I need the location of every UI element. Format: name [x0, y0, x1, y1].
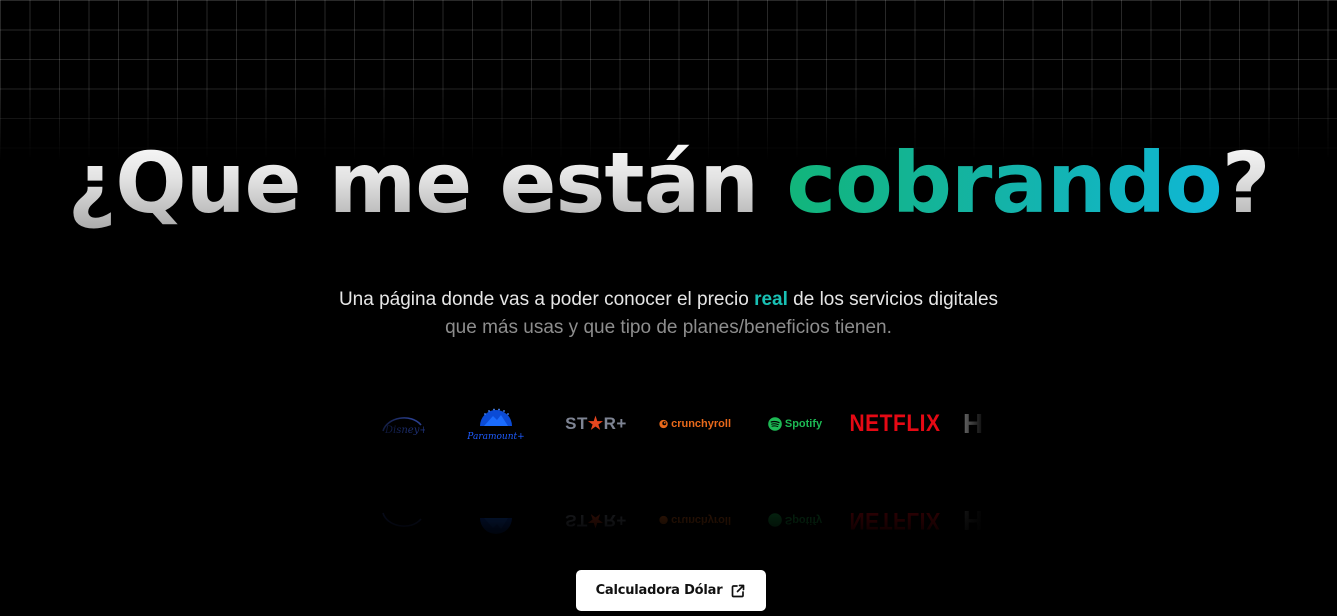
service-logos-carousel: Disney+ Paramount+ ST ★ R+ crunchyroll S…: [370, 400, 990, 448]
star-plus-reflection: ST ★ R+: [565, 511, 627, 530]
crunchyroll-wordmark: crunchyroll: [671, 418, 731, 430]
star-plus-prefix: ST: [565, 414, 588, 433]
title-main-text: ¿Que me están: [67, 134, 787, 232]
paramount-reflection-icon: [466, 496, 526, 544]
spotify-wordmark: Spotify: [784, 418, 823, 430]
subtitle-highlight: real: [754, 289, 788, 310]
hbo-logo-partial: H: [962, 408, 984, 439]
calculadora-dolar-button[interactable]: Calculadora Dólar: [576, 570, 766, 611]
service-logos-reflection: ST ★ R+ crunchyroll Spotify NETFLIX H: [370, 496, 990, 544]
star-icon: ★: [587, 414, 604, 433]
crunchyroll-icon: [659, 419, 668, 429]
disney-reflection-icon: [376, 496, 426, 544]
crunchyroll-reflection: crunchyroll: [659, 496, 731, 544]
hbo-reflection: H: [962, 505, 984, 536]
netflix-reflection: NETFLIX: [849, 507, 941, 534]
crunchyroll-logo: crunchyroll: [659, 400, 731, 448]
calculadora-dolar-label: Calculadora Dólar: [595, 583, 723, 598]
spotify-reflection: Spotify: [767, 496, 823, 544]
title-accent-text: cobrando: [786, 134, 1222, 232]
subtitle-text-after: de los servicios digitales: [787, 289, 999, 310]
page: ¿Que me están cobrando? Una página donde…: [0, 0, 1337, 616]
paramount-mountain-icon: Paramount+: [466, 408, 525, 442]
disney-arc-icon: Disney+: [382, 417, 425, 436]
hero-subtitle: Una página donde vas a poder conocer el …: [0, 286, 1337, 342]
paramount-plus-logo: Paramount+: [466, 400, 526, 448]
external-link-icon: [730, 583, 746, 599]
paramount-wordmark: Paramount+: [466, 432, 524, 442]
star-plus-logo: ST ★ R+: [565, 400, 627, 448]
disney-plus-logo: Disney+: [376, 400, 426, 448]
star-plus-suffix: R+: [603, 414, 627, 433]
subtitle-line-1: Una página donde vas a poder conocer el …: [0, 286, 1337, 314]
spotify-icon: [768, 417, 782, 431]
netflix-logo: NETFLIX: [849, 410, 941, 437]
spotify-logo: Spotify: [767, 400, 823, 448]
subtitle-line-2: que más usas y que tipo de planes/benefi…: [445, 317, 892, 338]
subtitle-text-before: Una página donde vas a poder conocer el …: [338, 289, 755, 310]
page-title: ¿Que me están cobrando?: [0, 128, 1337, 238]
svg-text:Disney+: Disney+: [384, 425, 425, 436]
title-question-mark: ?: [1221, 134, 1271, 232]
